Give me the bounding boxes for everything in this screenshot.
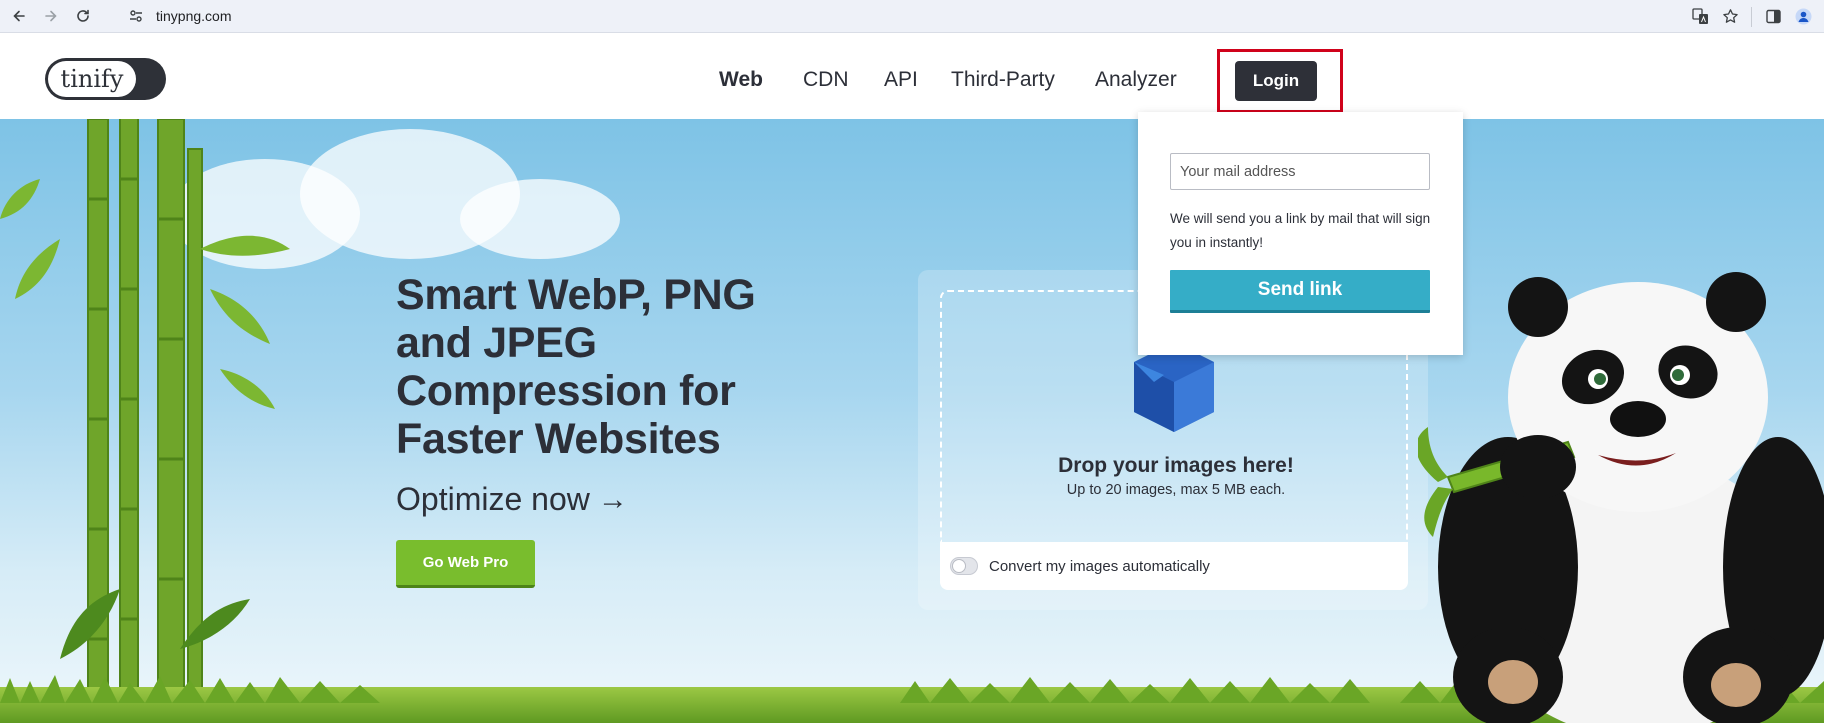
- toggle-knob: [952, 559, 966, 573]
- profile-icon[interactable]: [1788, 2, 1818, 32]
- nav-third-party[interactable]: Third-Party: [951, 68, 1055, 92]
- bamboo-illustration: [0, 119, 290, 719]
- reload-icon[interactable]: [70, 3, 96, 29]
- forward-arrow-icon[interactable]: [38, 3, 64, 29]
- site-header: tinify Web CDN API Third-Party Analyzer …: [0, 34, 1824, 119]
- go-web-pro-button[interactable]: Go Web Pro: [396, 540, 535, 588]
- side-panel-icon[interactable]: [1758, 2, 1788, 32]
- panda-mascot: [1418, 272, 1824, 723]
- translate-icon[interactable]: [1685, 2, 1715, 32]
- tune-icon[interactable]: [128, 8, 144, 24]
- nav-cdn[interactable]: CDN: [803, 68, 849, 92]
- nav-analyzer[interactable]: Analyzer: [1095, 68, 1177, 92]
- hero-title-line: Faster Websites: [396, 415, 721, 463]
- browser-toolbar: tinypng.com: [0, 0, 1824, 33]
- login-highlight-box: [1217, 49, 1343, 113]
- nav-api[interactable]: API: [884, 68, 918, 92]
- login-dropdown: We will send you a link by mail that wil…: [1138, 112, 1463, 355]
- address-bar[interactable]: tinypng.com: [118, 2, 1758, 30]
- convert-label: Convert my images automatically: [989, 557, 1210, 575]
- url-text[interactable]: tinypng.com: [156, 8, 231, 24]
- optimize-now-label: Optimize now: [396, 481, 590, 517]
- back-arrow-icon[interactable]: [6, 3, 32, 29]
- optimize-now-link[interactable]: Optimize now →: [396, 481, 628, 518]
- email-field[interactable]: [1170, 153, 1430, 190]
- hero-title-line: Smart WebP, PNG: [396, 271, 756, 319]
- toolbar-divider: [1751, 6, 1752, 27]
- main-nav: Web CDN API Third-Party Analyzer: [0, 34, 1824, 119]
- convert-option-row: Convert my images automatically: [940, 542, 1408, 590]
- dropzone-title: Drop your images here!: [1058, 454, 1294, 477]
- login-info-text: We will send you a link by mail that wil…: [1170, 211, 1431, 250]
- convert-toggle[interactable]: [950, 557, 978, 575]
- dropzone-subtitle: Up to 20 images, max 5 MB each.: [1066, 482, 1286, 498]
- send-link-button[interactable]: Send link: [1170, 270, 1430, 313]
- hero-section: Smart WebP, PNG and JPEG Compression for…: [0, 119, 1824, 723]
- star-icon[interactable]: [1715, 2, 1745, 32]
- arrow-right-icon: →: [597, 482, 628, 516]
- cloud-shape: [460, 179, 620, 259]
- hero-title-line: Compression for: [396, 367, 736, 415]
- hero-title-line: and JPEG: [396, 319, 597, 367]
- hero-title: Smart WebP, PNG and JPEG Compression for…: [396, 271, 776, 463]
- nav-web[interactable]: Web: [719, 68, 763, 92]
